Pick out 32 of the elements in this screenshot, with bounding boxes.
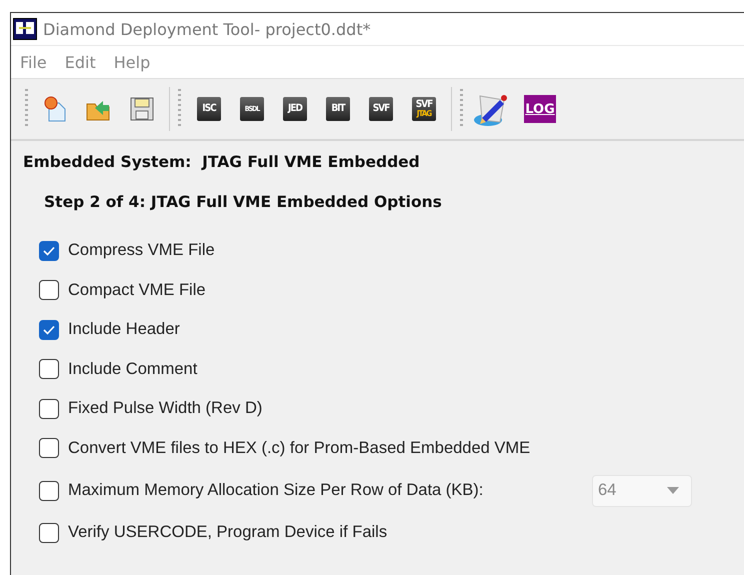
check-icon (43, 324, 55, 335)
check-icon (43, 246, 55, 256)
step-heading: Step 2 of 4: JTAG Full VME Embedded Options (44, 193, 443, 211)
option-label: Fixed Pulse Width (Rev D) (68, 399, 262, 418)
chip-icon[interactable]: SVF (369, 97, 393, 121)
chip-icon[interactable]: SVF JTAG (412, 97, 436, 121)
checkbox[interactable] (39, 438, 59, 458)
save-icon[interactable] (129, 96, 155, 122)
checkbox[interactable] (39, 480, 59, 500)
option-label: Verify USERCODE, Program Device if Fails (68, 523, 388, 542)
section-heading: Embedded System: JTAG Full VME Embedded (23, 153, 421, 171)
option-label: Compress VME File (68, 241, 215, 260)
chip-icon[interactable]: JED (283, 97, 307, 121)
checkbox[interactable] (39, 280, 59, 300)
chip-icon[interactable]: BIT (326, 97, 350, 121)
log-icon[interactable]: LOG (524, 95, 556, 123)
menu-item[interactable]: Edit (56, 52, 105, 72)
checkbox[interactable] (39, 240, 59, 261)
menu-item[interactable]: Help (104, 52, 160, 72)
checkbox[interactable] (39, 320, 59, 340)
chip-icon[interactable]: ISC (197, 97, 221, 121)
option-label: Maximum Memory Allocation Size Per Row of Data (KB): (68, 481, 484, 500)
checkbox[interactable] (39, 522, 59, 543)
option-label: Include Comment (68, 360, 198, 379)
checkbox[interactable] (39, 359, 59, 380)
menu-item[interactable]: File (11, 52, 56, 72)
checkbox[interactable] (39, 398, 59, 419)
caret-icon (667, 487, 679, 494)
window-title: Diamond Deployment Tool- project0.ddt* (43, 20, 371, 38)
option-label: Convert VME files to HEX (.c) for Prom-Based Embedded VME (68, 438, 530, 458)
option-label: Include Header (68, 320, 180, 340)
option-label: Compact VME File (68, 280, 206, 300)
